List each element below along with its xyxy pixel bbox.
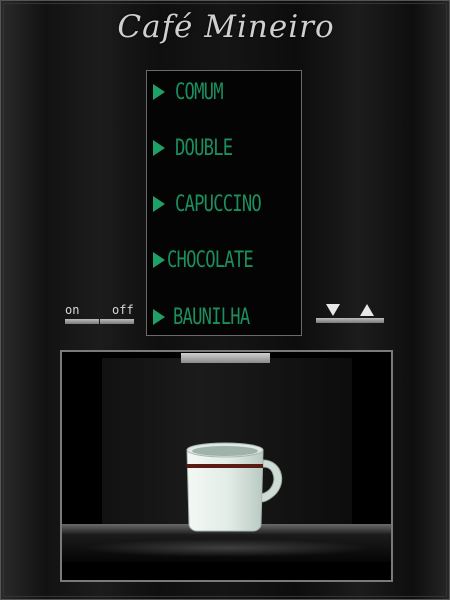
menu-item-label: BAUNILHA bbox=[173, 304, 250, 330]
off-label: off bbox=[112, 303, 134, 317]
menu-item-baunilha[interactable]: BAUNILHA bbox=[147, 302, 303, 332]
on-label: on bbox=[65, 303, 80, 317]
on-button[interactable] bbox=[65, 319, 99, 324]
play-icon bbox=[153, 309, 165, 325]
menu-display: COMUM DOUBLE CAPUCCINO CHOCOLATE BAUNILH… bbox=[146, 70, 302, 336]
off-button[interactable] bbox=[100, 319, 134, 324]
menu-item-comum[interactable]: COMUM bbox=[147, 77, 303, 107]
menu-item-label: CHOCOLATE bbox=[167, 247, 254, 273]
play-icon bbox=[153, 196, 165, 212]
triangle-up-icon bbox=[360, 304, 374, 316]
brand-title: Café Mineiro bbox=[117, 9, 335, 45]
menu-item-label: DOUBLE bbox=[175, 135, 233, 161]
button-bar bbox=[316, 318, 350, 323]
menu-item-label: COMUM bbox=[175, 79, 224, 105]
select-up-button[interactable] bbox=[350, 301, 384, 325]
play-icon bbox=[153, 252, 165, 268]
menu-item-double[interactable]: DOUBLE bbox=[147, 133, 303, 163]
menu-item-label: CAPUCCINO bbox=[175, 191, 262, 217]
coffee-mug-icon bbox=[186, 442, 283, 532]
dispenser-nozzle bbox=[181, 353, 270, 363]
triangle-down-icon bbox=[326, 304, 340, 316]
coffee-machine: Café Mineiro COMUM DOUBLE CAPUCCINO CHOC… bbox=[0, 0, 450, 600]
select-down-button[interactable] bbox=[316, 301, 350, 325]
play-icon bbox=[153, 84, 165, 100]
button-bar bbox=[350, 318, 384, 323]
play-icon bbox=[153, 140, 165, 156]
menu-item-capuccino[interactable]: CAPUCCINO bbox=[147, 189, 303, 219]
menu-item-chocolate[interactable]: CHOCOLATE bbox=[147, 245, 303, 275]
tray-reflection bbox=[81, 539, 371, 557]
